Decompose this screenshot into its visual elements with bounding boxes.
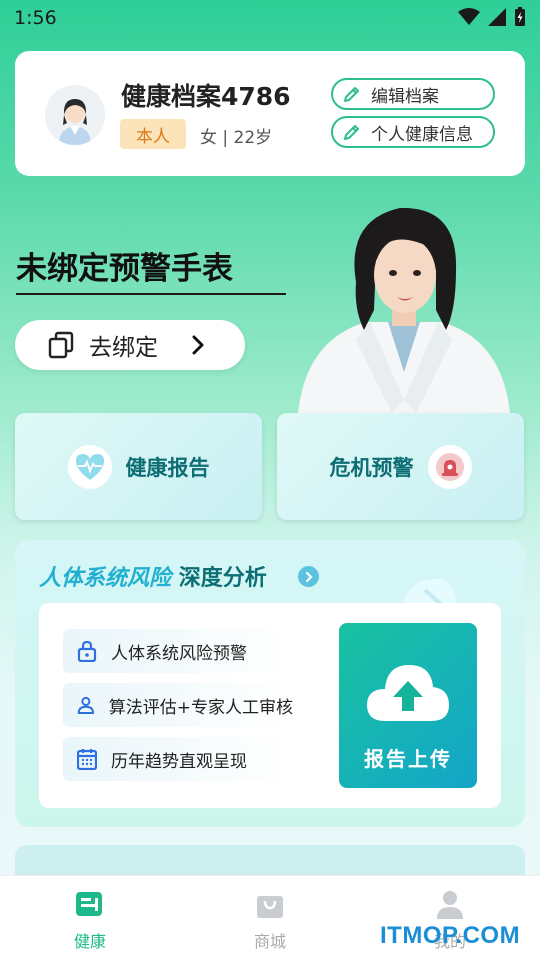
profile-meta: 女 | 22岁 (200, 128, 273, 148)
health-info-button[interactable]: 个人健康信息 (331, 116, 495, 148)
status-bar: 1:56 (0, 0, 540, 36)
tab-label: 健康 (73, 932, 106, 951)
person-icon (77, 696, 94, 714)
link-copy-icon (48, 331, 74, 359)
profile-card: 健康档案4786 本人 女 | 22岁 编辑档案 个人健康信息 (15, 51, 525, 176)
feature-label: 人体系统风险预警 (111, 643, 247, 664)
analysis-title-main: 深度分析 (178, 566, 267, 591)
edit-profile-button[interactable]: 编辑档案 (331, 78, 495, 110)
title-underline (16, 293, 286, 295)
feature-item: 人体系统风险预警 (63, 629, 293, 673)
analysis-panel: 人体系统风险预警 算法评估+专家人工审核 历年趋势直观呈现 报告上传 (39, 603, 501, 808)
user-icon (437, 891, 463, 919)
upload-report-label: 报告上传 (364, 747, 452, 771)
edit-profile-label: 编辑档案 (371, 86, 439, 107)
feature-label: 历年趋势直观呈现 (111, 751, 247, 772)
relation-badge: 本人 (120, 119, 186, 149)
health-report-label: 健康报告 (125, 455, 210, 480)
risk-analysis-section: 人体系统风险 深度分析 人体系统风险预警 算法评估+专家人工审核 历年趋势直观呈… (15, 540, 525, 827)
heart-pulse-icon (67, 444, 112, 489)
chevron-right-icon (192, 335, 204, 355)
pencil-icon (344, 87, 359, 102)
status-icons (458, 7, 526, 27)
feature-item: 历年趋势直观呈现 (63, 737, 293, 781)
doctor-illustration (296, 200, 512, 413)
battery-icon (515, 7, 525, 26)
signal-icon (488, 8, 506, 26)
news-icon (76, 892, 102, 916)
profile-title: 健康档案4786 (121, 82, 291, 111)
health-info-label: 个人健康信息 (371, 124, 473, 145)
health-report-card[interactable]: 健康报告 (15, 413, 262, 520)
watermark: ITMOP.COM (380, 922, 521, 949)
feature-item: 算法评估+专家人工审核 (63, 683, 293, 727)
alarm-bell-icon (427, 444, 472, 489)
wifi-icon (458, 8, 480, 25)
analysis-title-highlight: 人体系统风险 (39, 566, 172, 591)
watch-status-title: 未绑定预警手表 (16, 251, 233, 287)
feature-label: 算法评估+专家人工审核 (108, 697, 293, 718)
status-time: 1:56 (14, 7, 57, 29)
crisis-alert-card[interactable]: 危机预警 (277, 413, 524, 520)
crisis-alert-label: 危机预警 (329, 455, 414, 480)
bind-watch-button[interactable]: 去绑定 (15, 320, 245, 370)
pencil-icon (344, 125, 359, 140)
avatar[interactable] (45, 85, 105, 145)
tab-health[interactable]: 健康 (40, 890, 140, 952)
tab-label: 商城 (253, 932, 286, 951)
analysis-more-button[interactable] (298, 566, 319, 587)
lock-icon (77, 640, 97, 662)
bind-watch-label: 去绑定 (89, 335, 158, 361)
user-avatar-icon (45, 85, 105, 145)
tab-mall[interactable]: 商城 (220, 890, 320, 952)
analysis-title: 人体系统风险 深度分析 (39, 560, 267, 592)
calendar-icon (77, 749, 97, 770)
chevron-right-icon (305, 571, 313, 582)
upload-report-button[interactable]: 报告上传 (339, 623, 477, 788)
shopping-bag-icon (257, 896, 283, 918)
cloud-upload-icon (367, 665, 449, 721)
